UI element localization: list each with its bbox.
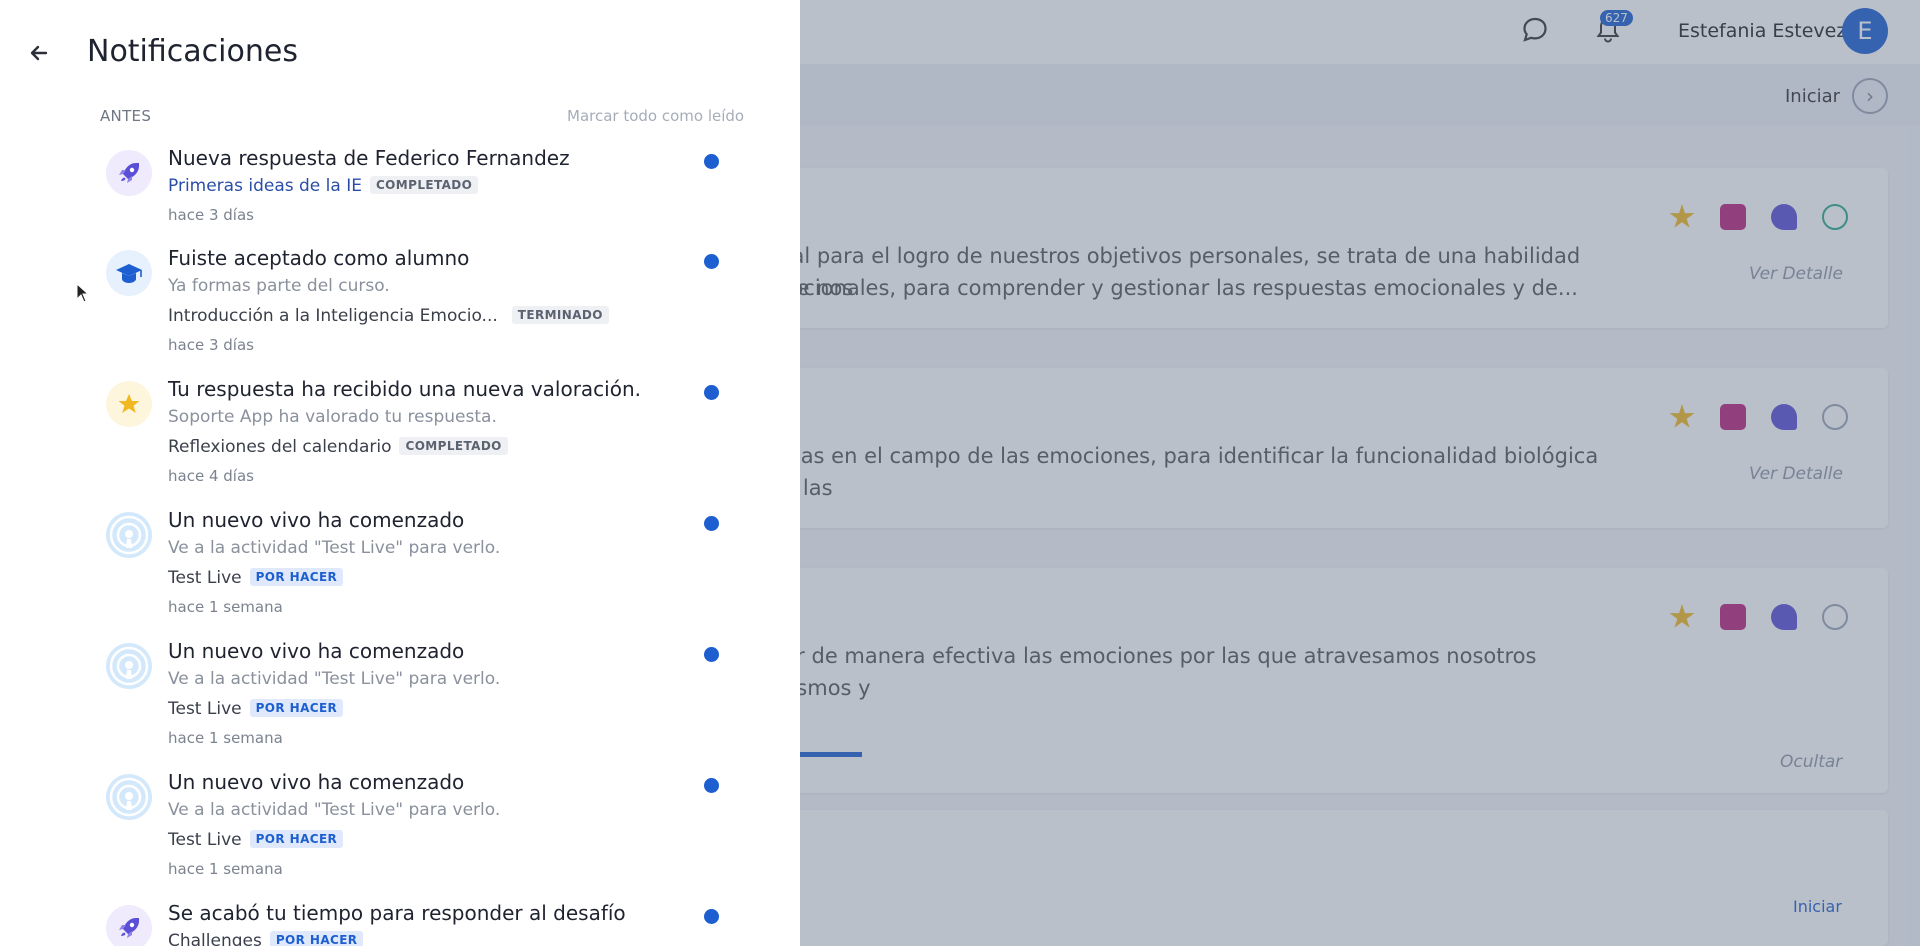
notification-subtitle: Ya formas parte del curso. (168, 276, 390, 296)
activity-link[interactable]: Primeras ideas de la IE (168, 176, 362, 196)
notification-title: Tu respuesta ha recibido una nueva valor… (168, 377, 641, 401)
rocket-icon (106, 150, 152, 196)
notification-item[interactable]: Un nuevo vivo ha comenzado Ve a la activ… (100, 770, 740, 882)
notification-context: Test Live POR HACER (168, 830, 344, 850)
notification-item[interactable]: Se acabó tu tiempo para responder al des… (100, 901, 740, 946)
page-title: Notificaciones (87, 34, 298, 69)
unread-dot[interactable] (704, 909, 719, 924)
unread-dot[interactable] (704, 516, 719, 531)
section-label: ANTES (100, 107, 152, 125)
notification-subtitle: Ve a la actividad "Test Live" para verlo… (168, 669, 501, 689)
status-badge: POR HACER (269, 931, 364, 946)
graduation-cap-icon (106, 250, 152, 296)
notification-title: Un nuevo vivo ha comenzado (168, 770, 465, 794)
notification-title: Se acabó tu tiempo para responder al des… (168, 901, 626, 925)
status-badge: POR HACER (249, 699, 344, 717)
star-icon (106, 381, 152, 427)
notification-context: Challenges POR HACER (168, 931, 364, 946)
notifications-panel: Notificaciones ANTES Marcar todo como le… (0, 0, 800, 946)
notification-item[interactable]: Un nuevo vivo ha comenzado Ve a la activ… (100, 508, 740, 620)
mouse-cursor-icon (76, 283, 90, 303)
notification-title: Un nuevo vivo ha comenzado (168, 508, 465, 532)
activity-link[interactable]: Reflexiones del calendario (168, 437, 391, 457)
notification-context: Test Live POR HACER (168, 568, 344, 588)
notification-context: Primeras ideas de la IE COMPLETADO (168, 176, 479, 196)
status-badge: COMPLETADO (399, 437, 508, 455)
notification-title: Nueva respuesta de Federico Fernandez (168, 146, 570, 170)
notification-item[interactable]: Nueva respuesta de Federico Fernandez Pr… (100, 146, 740, 228)
notification-title: Un nuevo vivo ha comenzado (168, 639, 465, 663)
unread-dot[interactable] (704, 778, 719, 793)
activity-link[interactable]: Test Live (168, 568, 242, 588)
unread-dot[interactable] (704, 254, 719, 269)
notification-subtitle: Soporte App ha valorado tu respuesta. (168, 407, 497, 427)
notification-context: Introducción a la Inteligencia Emocio...… (168, 306, 609, 326)
notification-subtitle: Ve a la actividad "Test Live" para verlo… (168, 538, 501, 558)
live-broadcast-icon (106, 774, 152, 820)
notification-time: hace 4 días (168, 467, 254, 485)
back-arrow-icon[interactable] (24, 38, 54, 68)
notification-item[interactable]: Fuiste aceptado como alumno Ya formas pa… (100, 246, 740, 358)
unread-dot[interactable] (704, 154, 719, 169)
unread-dot[interactable] (704, 385, 719, 400)
rocket-icon (106, 905, 152, 946)
notification-subtitle: Ve a la actividad "Test Live" para verlo… (168, 800, 501, 820)
status-badge: COMPLETADO (369, 176, 479, 194)
notification-time: hace 3 días (168, 336, 254, 354)
activity-link[interactable]: Test Live (168, 830, 242, 850)
status-badge: POR HACER (249, 568, 344, 586)
activity-link[interactable]: Challenges (168, 931, 262, 946)
notification-time: hace 1 semana (168, 729, 283, 747)
unread-dot[interactable] (704, 647, 719, 662)
mark-all-read-link[interactable]: Marcar todo como leído (567, 107, 744, 125)
notification-time: hace 1 semana (168, 598, 283, 616)
notification-context: Reflexiones del calendario COMPLETADO (168, 437, 508, 457)
notification-time: hace 1 semana (168, 860, 283, 878)
status-badge: TERMINADO (511, 306, 609, 324)
notification-item[interactable]: Un nuevo vivo ha comenzado Ve a la activ… (100, 639, 740, 751)
live-broadcast-icon (106, 643, 152, 689)
notification-item[interactable]: Tu respuesta ha recibido una nueva valor… (100, 377, 740, 489)
live-broadcast-icon (106, 512, 152, 558)
course-link[interactable]: Introducción a la Inteligencia Emocio... (168, 306, 498, 326)
notification-context: Test Live POR HACER (168, 699, 344, 719)
notification-time: hace 3 días (168, 206, 254, 224)
activity-link[interactable]: Test Live (168, 699, 242, 719)
status-badge: POR HACER (249, 830, 344, 848)
notification-title: Fuiste aceptado como alumno (168, 246, 470, 270)
